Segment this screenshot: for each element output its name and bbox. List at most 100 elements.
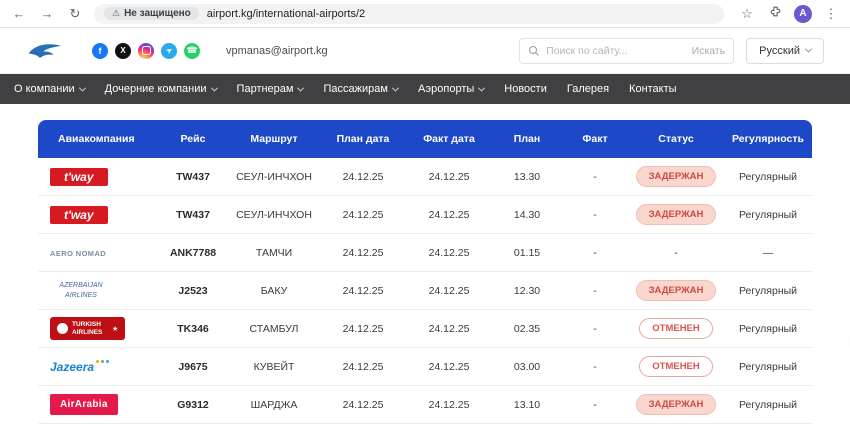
regularity: Регулярный	[724, 361, 812, 373]
extensions-icon[interactable]	[766, 5, 784, 23]
status-cell: ОТМЕНЕН	[628, 318, 724, 339]
bird-logo-icon	[26, 40, 64, 62]
route: ТАМЧИ	[228, 247, 320, 259]
plan-date: 24.12.25	[320, 171, 406, 183]
route: КУВЕЙТ	[228, 361, 320, 373]
route: ШАРДЖА	[228, 399, 320, 411]
bookmark-star-icon[interactable]: ☆	[738, 5, 756, 23]
plan-date: 24.12.25	[320, 209, 406, 221]
fact-date: 24.12.25	[406, 323, 492, 335]
plan-time: 14.30	[492, 209, 562, 221]
security-badge[interactable]: ⚠ Не защищено	[104, 7, 199, 20]
flight-row: AERO NOMAD ANK7788 ТАМЧИ 24.12.25 24.12.…	[38, 234, 812, 272]
regularity: Регулярный	[724, 209, 812, 221]
fact-date: 24.12.25	[406, 247, 492, 259]
plan-date: 24.12.25	[320, 247, 406, 259]
back-button[interactable]: ←	[10, 5, 28, 23]
flight-number: TW437	[158, 209, 228, 221]
telegram-icon[interactable]: ➤	[161, 43, 177, 59]
flight-row: AZERBAIJAN AIRLINES J2523 БАКУ 24.12.25 …	[38, 272, 812, 310]
browser-menu-icon[interactable]: ⋮	[822, 5, 840, 23]
regularity: Регулярный	[724, 171, 812, 183]
nav-item-contacts[interactable]: Контакты	[629, 83, 677, 95]
regularity: Регулярный	[724, 323, 812, 335]
turkish-airlines-emblem-icon	[57, 323, 68, 334]
plan-date: 24.12.25	[320, 361, 406, 373]
plan-time: 13.30	[492, 171, 562, 183]
chevron-down-icon	[211, 84, 218, 91]
facebook-icon[interactable]: f	[92, 43, 108, 59]
nav-item-partners[interactable]: Партнерам	[237, 83, 304, 95]
page-content: Авиакомпания Рейс Маршрут План дата Факт…	[0, 104, 850, 427]
nav-item-airports[interactable]: Аэропорты	[418, 83, 484, 95]
fact-time: -	[562, 285, 628, 297]
airline-cell: AirArabia	[38, 394, 158, 415]
column-header: Статус	[628, 133, 724, 145]
status-cell: ЗАДЕРЖАН	[628, 394, 724, 415]
status-badge: ЗАДЕРЖАН	[636, 394, 717, 415]
airline-cell: AZERBAIJAN AIRLINES	[38, 281, 158, 299]
plan-time: 03.00	[492, 361, 562, 373]
chevron-down-icon	[79, 84, 86, 91]
whatsapp-icon[interactable]: ☎	[184, 43, 200, 59]
status-badge: ЗАДЕРЖАН	[636, 166, 717, 187]
fact-time: -	[562, 171, 628, 183]
column-header: Факт	[562, 133, 628, 145]
route: СТАМБУЛ	[228, 323, 320, 335]
forward-button[interactable]: →	[38, 5, 56, 23]
instagram-icon[interactable]	[138, 43, 154, 59]
flight-table: Авиакомпания Рейс Маршрут План дата Факт…	[38, 120, 812, 424]
fact-date: 24.12.25	[406, 285, 492, 297]
nav-item-about[interactable]: О компании	[14, 83, 85, 95]
status-badge: ЗАДЕРЖАН	[636, 204, 717, 225]
plan-date: 24.12.25	[320, 399, 406, 411]
plan-time: 13.10	[492, 399, 562, 411]
airline-cell: AERO NOMAD	[38, 247, 158, 259]
column-header: Авиакомпания	[38, 133, 158, 145]
fact-time: -	[562, 209, 628, 221]
contact-email-link[interactable]: vpmanas@airport.kg	[226, 45, 328, 57]
airline-logo-tway: t'way	[50, 168, 108, 186]
url-text: airport.kg/international-airports/2	[207, 8, 365, 20]
column-header: Факт дата	[406, 133, 492, 145]
airline-logo-airarabia: AirArabia	[50, 394, 118, 415]
warning-icon: ⚠	[112, 8, 120, 19]
language-label: Русский	[759, 45, 800, 57]
column-header: Маршрут	[228, 133, 320, 145]
regularity: —	[724, 247, 812, 259]
fact-time: -	[562, 361, 628, 373]
column-header: План	[492, 133, 562, 145]
airline-logo-turkish-airlines: TURKISH AIRLINES ★	[50, 317, 125, 341]
route: БАКУ	[228, 285, 320, 297]
chevron-down-icon	[297, 84, 304, 91]
nav-item-subsidiaries[interactable]: Дочерние компании	[105, 83, 217, 95]
site-search: Искать	[519, 38, 734, 64]
status-cell: ЗАДЕРЖАН	[628, 204, 724, 225]
table-header-row: Авиакомпания Рейс Маршрут План дата Факт…	[38, 120, 812, 158]
status-cell: -	[628, 247, 724, 259]
fact-time: -	[562, 247, 628, 259]
fact-date: 24.12.25	[406, 209, 492, 221]
airline-cell: TURKISH AIRLINES ★	[38, 317, 158, 341]
flight-number: TW437	[158, 171, 228, 183]
nav-item-passengers[interactable]: Пассажирам	[323, 83, 397, 95]
status-badge: ОТМЕНЕН	[639, 318, 713, 339]
flight-row: TURKISH AIRLINES ★ TK346 СТАМБУЛ 24.12.2…	[38, 310, 812, 348]
language-selector[interactable]: Русский	[746, 38, 824, 64]
plan-time: 12.30	[492, 285, 562, 297]
plan-date: 24.12.25	[320, 323, 406, 335]
airport-logo[interactable]	[26, 40, 64, 62]
flight-row: AirArabia G9312 ШАРДЖА 24.12.25 24.12.25…	[38, 386, 812, 424]
search-input[interactable]	[546, 45, 685, 57]
profile-avatar[interactable]: A	[794, 5, 812, 23]
search-submit-button[interactable]: Искать	[692, 45, 726, 57]
status-badge: ЗАДЕРЖАН	[636, 280, 717, 301]
chevron-down-icon	[805, 46, 812, 53]
x-icon[interactable]: X	[115, 43, 131, 59]
nav-item-news[interactable]: Новости	[504, 83, 547, 95]
nav-item-gallery[interactable]: Галерея	[567, 83, 609, 95]
star-icon: ★	[112, 325, 118, 333]
refresh-button[interactable]: ↻	[66, 5, 84, 23]
browser-chrome: ← → ↻ ⚠ Не защищено airport.kg/internati…	[0, 0, 850, 28]
url-bar[interactable]: ⚠ Не защищено airport.kg/international-a…	[94, 4, 724, 24]
